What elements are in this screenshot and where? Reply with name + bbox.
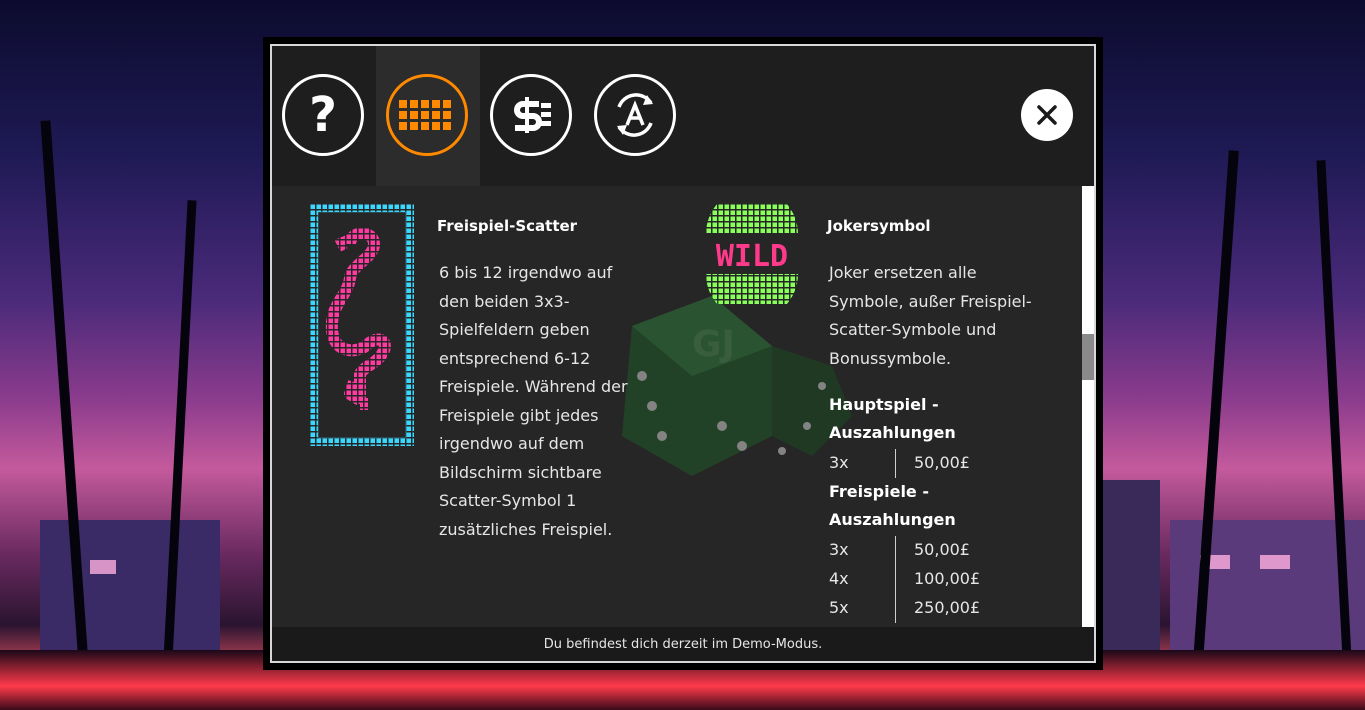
scatter-line: Bildschirm sichtbare	[439, 462, 602, 482]
question-icon: ?	[282, 74, 364, 156]
background-building	[1170, 520, 1365, 660]
wild-line: Bonussymbole.	[829, 348, 952, 368]
background-window	[90, 560, 116, 574]
paytable-panel: ? GJ Freispiel-Scatter 6 bis 12 irgendwo…	[270, 44, 1096, 663]
main-payout-heading-line: Auszahlungen	[829, 423, 956, 442]
wild-title: Jokersymbol	[827, 217, 931, 235]
scatter-line: zusätzliches Freispiel.	[439, 519, 613, 539]
scatter-line: den beiden 3x3-	[439, 291, 570, 311]
wild-line: Scatter-Symbole und	[829, 320, 997, 339]
palm-tree	[1191, 150, 1239, 690]
dollar-icon	[490, 74, 572, 156]
wild-line: Joker ersetzen alle	[829, 263, 977, 282]
scatter-title: Freispiel-Scatter	[437, 217, 578, 235]
palm-tree	[162, 200, 197, 680]
svg-text:GJ: GJ	[692, 324, 735, 365]
scatter-line: Spielfeldern geben	[439, 320, 590, 339]
palm-tree	[40, 120, 90, 680]
autoplay-icon-graphic	[617, 93, 653, 137]
payout-amount: 50,00£	[914, 453, 970, 472]
free-payout-heading-line: Freispiele -	[829, 482, 929, 501]
wild-symbol-text: WILD	[716, 239, 788, 274]
free-payout-heading: Freispiele - Auszahlungen	[829, 478, 956, 534]
tab-paytable[interactable]	[376, 46, 480, 186]
tab-bet[interactable]	[480, 46, 584, 186]
autoplay-icon	[594, 74, 676, 156]
payout-count: 3x	[829, 453, 849, 472]
payout-count: 4x	[829, 569, 849, 588]
flamingo-scatter-icon	[310, 204, 414, 446]
background-building	[40, 520, 220, 660]
background-window	[1260, 555, 1290, 569]
free-payout-heading-line: Auszahlungen	[829, 510, 956, 529]
question-glyph: ?	[309, 87, 337, 143]
background-building	[1100, 480, 1160, 660]
main-payout-heading-line: Hauptspiel -	[829, 395, 939, 414]
payout-divider	[895, 449, 896, 478]
payout-amount: 250,00£	[914, 598, 981, 617]
palm-tree	[1316, 160, 1353, 680]
scrollbar[interactable]	[1082, 186, 1094, 627]
scatter-description: 6 bis 12 irgendwo auf den beiden 3x3- Sp…	[439, 259, 628, 544]
scatter-line: entsprechend 6-12	[439, 348, 591, 368]
grid-icon-graphic	[399, 100, 451, 130]
wild-symbol-icon: WILD	[706, 204, 798, 304]
tab-bar: ?	[272, 46, 1094, 186]
wild-line: Symbole, außer Freispiel-	[829, 291, 1032, 311]
scatter-line: Freispiele gibt jedes	[439, 405, 599, 425]
scatter-line: Freispiele. Während der	[439, 377, 628, 396]
wild-description: Joker ersetzen alle Symbole, außer Freis…	[829, 259, 1032, 373]
payout-amount: 100,00£	[914, 569, 981, 588]
main-payout-row: 3x 50,00£	[829, 449, 1029, 478]
payout-count: 5x	[829, 598, 849, 617]
tab-autoplay[interactable]	[584, 46, 688, 186]
payout-divider	[895, 565, 896, 594]
close-icon	[1037, 105, 1057, 125]
paytable-content[interactable]: GJ Freispiel-Scatter 6 bis 12 irgendwo a…	[272, 186, 1082, 627]
grid-icon	[386, 74, 468, 156]
demo-mode-footer: Du befindest dich derzeit im Demo-Modus.	[272, 627, 1094, 661]
close-button[interactable]	[1021, 89, 1073, 141]
scatter-line: Scatter-Symbol 1	[439, 491, 577, 510]
main-payout-heading: Hauptspiel - Auszahlungen	[829, 391, 956, 447]
scatter-line: irgendwo auf dem	[439, 434, 585, 453]
free-payout-row: 4x 100,00£	[829, 565, 1029, 594]
background-window	[1200, 555, 1230, 569]
payout-divider	[895, 536, 896, 565]
payout-count: 3x	[829, 540, 849, 559]
tab-help[interactable]: ?	[272, 46, 376, 186]
dollar-icon-graphic	[514, 97, 551, 133]
free-payout-row: 5x 250,00£	[829, 594, 1029, 623]
scatter-line: 6 bis 12 irgendwo auf	[439, 263, 613, 282]
payout-divider	[895, 594, 896, 623]
payout-amount: 50,00£	[914, 540, 970, 559]
paytable-dialog: ? GJ Freispiel-Scatter 6 bis 12 irgendwo…	[263, 37, 1103, 670]
free-payout-row: 3x 50,00£	[829, 536, 1029, 565]
scrollbar-thumb[interactable]	[1082, 334, 1094, 380]
